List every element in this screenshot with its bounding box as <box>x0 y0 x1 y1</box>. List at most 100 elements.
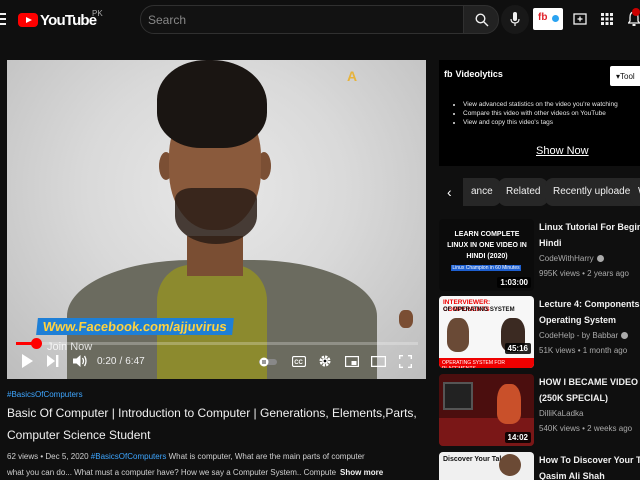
recommended-video[interactable]: 14:02 HOW I BECAME VIDEO EDITOR (250K SP… <box>439 374 640 448</box>
subtitles-icon[interactable]: CC <box>292 356 306 367</box>
channel-name-text: DilliKaLadka <box>539 409 584 418</box>
videolytics-feature: Compare this video with other videos on … <box>463 109 618 118</box>
view-count: 540K views <box>539 424 580 433</box>
svg-text:CC: CC <box>294 360 303 366</box>
channel-name[interactable]: DilliKaLadka <box>539 409 583 418</box>
settings-gear-icon[interactable] <box>318 354 332 368</box>
apps-grid-icon[interactable] <box>601 13 613 25</box>
videolytics-feature: View advanced statistics on the video yo… <box>463 100 618 109</box>
video-thumbnail[interactable]: Discover Your Talent <box>439 452 534 480</box>
upload-age: 2 years ago <box>587 269 629 278</box>
video-title: Basic Of Computer | Introduction to Comp… <box>7 406 417 442</box>
video-duration: 14:02 <box>504 432 531 443</box>
thumbnail-text-2: OF OPERATING SYSTEM <box>443 307 515 313</box>
channel-name[interactable]: CodeHelp - by Babbar <box>539 331 629 340</box>
title-line-2: (250K SPECIAL) <box>539 393 609 403</box>
thumbnail-text: LEARN COMPLETE LINUX IN ONE VIDEO IN HIN… <box>447 231 527 260</box>
extension-label: fb <box>538 12 548 23</box>
current-time: 0:20 <box>97 356 117 367</box>
meta-separator: • <box>40 452 44 461</box>
chevron-left-icon[interactable]: ‹ <box>447 184 452 200</box>
search-button[interactable] <box>463 5 499 34</box>
recommended-video[interactable]: Discover Your Talent How To Discover You… <box>439 452 640 480</box>
facebook-watermark: Www.Facebook.com/ajjuvirus <box>36 318 234 335</box>
channel-name[interactable]: CodeWithHarry <box>539 254 604 263</box>
microphone-icon <box>510 12 520 26</box>
description-hashtag-link[interactable]: #BasicsOfComputers <box>91 452 167 461</box>
hashtag-link[interactable]: #BasicsOfComputers <box>7 390 83 399</box>
fullscreen-icon[interactable] <box>399 355 412 368</box>
verified-badge-icon <box>621 332 629 339</box>
chip-recently-uploaded[interactable]: Recently uploaded <box>545 178 640 206</box>
youtube-play-icon <box>18 13 38 27</box>
create-video-icon[interactable] <box>573 12 587 26</box>
title-line-1: Linux Tutorial For Beginners In <box>539 222 640 232</box>
thumbnail-banner: OPERATING SYSTEM FOR PLACEMENTS <box>439 358 534 368</box>
video-meta: 995K views • 2 years ago <box>539 269 629 278</box>
chip-next[interactable]: W <box>630 178 640 206</box>
recommended-title[interactable]: How To Discover Your Talent Qasim Ali Sh… <box>539 452 640 480</box>
recommended-title[interactable]: Linux Tutorial For Beginners In Hindi <box>539 219 640 251</box>
youtube-logo[interactable]: YouTube PK <box>18 9 103 29</box>
description-line-2: what you can do... What must a computer … <box>7 468 427 477</box>
next-video-icon[interactable] <box>47 354 59 368</box>
video-duration: 45:16 <box>504 343 531 354</box>
upload-age: 2 weeks ago <box>587 424 633 433</box>
channel-watermark-letter: A <box>347 68 358 84</box>
player-controls: 0:20/6:47 CC <box>7 348 426 378</box>
theater-mode-icon[interactable] <box>371 356 386 367</box>
channel-name-text: CodeWithHarry <box>539 254 594 263</box>
recommended-video[interactable]: INTERVIEWER: COMPONENTS OF OPERATING SYS… <box>439 296 640 370</box>
play-icon[interactable] <box>21 354 33 368</box>
recommended-title[interactable]: Lecture 4: Components of Operating Syste… <box>539 296 640 328</box>
title-line-1: Lecture 4: Components of <box>539 299 640 309</box>
volume-icon[interactable] <box>73 354 88 368</box>
recommended-video[interactable]: LEARN COMPLETE LINUX IN ONE VIDEO IN HIN… <box>439 219 640 293</box>
autoplay-toggle-icon[interactable] <box>259 357 279 367</box>
video-thumbnail[interactable]: INTERVIEWER: COMPONENTS OF OPERATING SYS… <box>439 296 534 368</box>
video-thumbnail[interactable]: LEARN COMPLETE LINUX IN ONE VIDEO IN HIN… <box>439 219 534 291</box>
chip-related[interactable]: Related <box>498 178 549 206</box>
title-line-1: How To Discover Your Talent <box>539 455 640 465</box>
videolytics-tool-button[interactable]: ▾Tool <box>610 66 640 86</box>
search-icon <box>475 13 489 27</box>
show-more-button[interactable]: Show more <box>340 468 383 477</box>
video-person-hair <box>157 60 267 148</box>
thumbnail-monitor <box>443 382 473 410</box>
menu-icon[interactable] <box>0 13 6 25</box>
view-count: 62 views <box>7 452 39 461</box>
chip-partial[interactable]: ance <box>463 178 501 206</box>
description-line-1: 62 views • Dec 5, 2020 #BasicsOfComputer… <box>7 452 427 461</box>
voice-search-button[interactable] <box>501 5 529 34</box>
thumbnail-person <box>447 318 469 352</box>
thumbnail-person <box>497 384 521 424</box>
extension-button[interactable]: fb <box>533 8 563 30</box>
upload-date: Dec 5, 2020 <box>45 452 89 461</box>
thumbnail-person <box>499 454 521 476</box>
channel-name-text: CodeHelp - by Babbar <box>539 331 619 340</box>
video-player[interactable]: A Www.Facebook.com/ajjuvirus Join Now 0:… <box>7 60 426 379</box>
title-line-1: HOW I BECAME VIDEO EDITOR <box>539 377 640 387</box>
search-input[interactable] <box>141 6 463 33</box>
show-now-link[interactable]: Show Now <box>536 145 589 157</box>
description-text-2: what you can do... What must a computer … <box>7 468 337 477</box>
verified-badge-icon <box>596 255 604 262</box>
video-thumbnail[interactable]: 14:02 <box>439 374 534 446</box>
video-person-beard <box>175 188 257 244</box>
time-separator: / <box>119 356 123 367</box>
videolytics-feature: View and copy this video's tags <box>463 118 618 127</box>
view-count: 995K views <box>539 269 580 278</box>
progress-bar[interactable] <box>16 338 418 349</box>
videolytics-logo-icon: fb <box>444 69 453 79</box>
filter-chips-bar: ‹ ance Related Recently uploaded W <box>439 177 640 207</box>
tool-label: Tool <box>620 72 635 81</box>
video-duration: 1:03:00 <box>497 277 531 288</box>
miniplayer-icon[interactable] <box>345 356 359 367</box>
search-box <box>140 5 464 34</box>
videolytics-feature-list: View advanced statistics on the video yo… <box>457 100 618 127</box>
recommended-title[interactable]: HOW I BECAME VIDEO EDITOR (250K SPECIAL) <box>539 374 640 406</box>
country-code: PK <box>92 9 103 18</box>
title-line-2: Qasim Ali Shah <box>539 471 605 480</box>
description-text: What is computer, What are the main part… <box>168 452 365 461</box>
video-frame: A Www.Facebook.com/ajjuvirus Join Now <box>7 60 426 379</box>
